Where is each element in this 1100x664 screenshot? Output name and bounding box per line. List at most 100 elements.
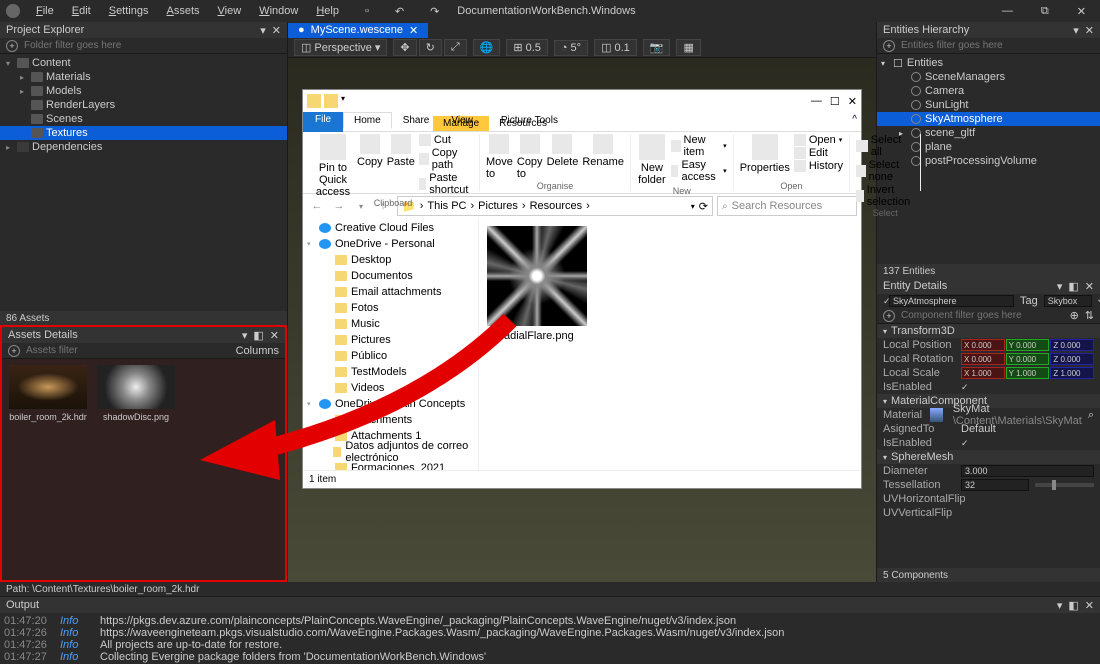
- tree-item[interactable]: ▸Materials: [0, 70, 287, 84]
- menu-help[interactable]: Help: [308, 3, 347, 19]
- menu-edit[interactable]: Edit: [64, 3, 99, 19]
- copypath-icon[interactable]: [419, 153, 429, 165]
- panel-pop-icon[interactable]: ◧: [1068, 280, 1078, 293]
- nav-tree-item[interactable]: TestModels: [303, 364, 478, 380]
- tool-scale-icon[interactable]: ⤢: [444, 39, 467, 56]
- camera-mode-dropdown[interactable]: ◫ Perspective ▾: [294, 39, 387, 56]
- paste-icon[interactable]: [391, 134, 411, 154]
- add-asset-icon[interactable]: +: [8, 345, 20, 357]
- rename-icon[interactable]: [593, 134, 613, 154]
- component-sort-icon[interactable]: ⇅: [1085, 309, 1094, 322]
- nav-tree-item[interactable]: Datos adjuntos de correo electrónico: [303, 444, 478, 460]
- history-icon[interactable]: [794, 160, 806, 172]
- explorer-search-input[interactable]: ⌕ Search Resources: [717, 196, 857, 216]
- nav-tree-item[interactable]: Attachments: [303, 412, 478, 428]
- selectnone-icon[interactable]: [856, 165, 865, 177]
- add-entity-icon[interactable]: +: [883, 40, 895, 52]
- ribbon-tab-home[interactable]: Home: [343, 112, 392, 129]
- entities-filter-input[interactable]: [901, 40, 1094, 51]
- component-extra-icon[interactable]: ⊕: [1070, 309, 1079, 322]
- folder-filter-input[interactable]: [24, 40, 281, 51]
- ribbon-tab-view[interactable]: View: [440, 112, 484, 129]
- asset-item[interactable]: boiler_room_2k.hdr: [8, 365, 88, 422]
- newfolder-icon[interactable]: [639, 134, 665, 160]
- hierarchy-item[interactable]: SceneManagers: [877, 70, 1100, 84]
- address-bar[interactable]: 📁› This PC› Pictures› Resources› ▾ ⟳: [397, 196, 713, 216]
- toolbar-icon-2[interactable]: ↶: [387, 3, 412, 20]
- nav-tree-item[interactable]: ▾OneDrive - Personal: [303, 236, 478, 252]
- scene-tab[interactable]: ●MyScene.wescene✕: [288, 23, 428, 38]
- tree-item[interactable]: ▸Models: [0, 84, 287, 98]
- camera-icon[interactable]: 📷: [643, 39, 671, 56]
- pin-icon[interactable]: [320, 134, 346, 160]
- nav-tree-item[interactable]: Creative Cloud Files: [303, 220, 478, 236]
- hierarchy-root[interactable]: ▾☐Entities: [877, 56, 1100, 70]
- panel-close-icon[interactable]: ✕: [272, 24, 281, 37]
- nav-tree-item[interactable]: ▾OneDrive - Plain Concepts: [303, 396, 478, 412]
- tree-item[interactable]: ▾Content: [0, 56, 287, 70]
- nav-tree-item[interactable]: Music: [303, 316, 478, 332]
- cut-icon[interactable]: [419, 134, 431, 146]
- asset-item[interactable]: shadowDisc.png: [96, 365, 176, 422]
- panel-close-icon[interactable]: ✕: [270, 329, 279, 342]
- hierarchy-item[interactable]: Camera: [877, 84, 1100, 98]
- tree-item[interactable]: Scenes: [0, 112, 287, 126]
- add-folder-icon[interactable]: +: [6, 40, 18, 52]
- tool-rotate-icon[interactable]: ↻: [419, 39, 442, 56]
- copyto-icon[interactable]: [520, 134, 540, 154]
- panel-close-icon[interactable]: ✕: [1085, 24, 1094, 37]
- isenabled-checkbox[interactable]: [961, 382, 971, 392]
- copy-icon[interactable]: [360, 134, 380, 154]
- panel-pop-icon[interactable]: ◧: [253, 329, 263, 342]
- snap-move-icon[interactable]: ⊞ 0.5: [506, 39, 548, 56]
- nav-fwd-icon[interactable]: →: [329, 196, 349, 216]
- tree-item[interactable]: ▸Dependencies: [0, 140, 287, 154]
- ribbon-file-menu[interactable]: File: [303, 112, 343, 132]
- nav-tree-item[interactable]: Pictures: [303, 332, 478, 348]
- isenabled-checkbox[interactable]: [961, 438, 971, 448]
- tessellation-input[interactable]: [961, 479, 1029, 491]
- grid-icon[interactable]: ▦: [676, 39, 700, 56]
- panel-dropdown-icon[interactable]: ▾: [1057, 599, 1063, 612]
- hierarchy-item[interactable]: SkyAtmosphere: [877, 112, 1100, 126]
- panel-close-icon[interactable]: ✕: [1085, 599, 1094, 612]
- entity-tag-input[interactable]: [1044, 295, 1092, 307]
- toolbar-icon-3[interactable]: ↷: [422, 3, 447, 20]
- delete-icon[interactable]: [552, 134, 572, 154]
- explorer-close[interactable]: ✕: [848, 95, 857, 108]
- component-filter-input[interactable]: [901, 310, 1064, 321]
- explorer-minimize[interactable]: —: [811, 95, 822, 108]
- open-icon[interactable]: [794, 134, 806, 146]
- selectall-icon[interactable]: [856, 140, 868, 152]
- tool-move-icon[interactable]: ✥: [393, 39, 416, 56]
- panel-pop-icon[interactable]: ◧: [1068, 599, 1078, 612]
- minimize-button[interactable]: —: [994, 3, 1021, 20]
- explorer-maximize[interactable]: ☐: [830, 95, 840, 108]
- menu-assets[interactable]: Assets: [158, 3, 207, 19]
- close-button[interactable]: ✕: [1069, 3, 1094, 20]
- nav-tree-item[interactable]: Desktop: [303, 252, 478, 268]
- maximize-button[interactable]: ⧉: [1033, 3, 1057, 20]
- newitem-icon[interactable]: [671, 140, 681, 152]
- moveto-icon[interactable]: [489, 134, 509, 154]
- menu-file[interactable]: File: [28, 3, 62, 19]
- edit-icon[interactable]: [794, 147, 806, 159]
- ribbon-collapse-icon[interactable]: ^: [852, 114, 857, 125]
- tree-item[interactable]: RenderLayers: [0, 98, 287, 112]
- nav-tree-item[interactable]: Fotos: [303, 300, 478, 316]
- toolbar-icon-1[interactable]: ▫: [357, 3, 377, 20]
- explorer-content[interactable]: radialFlare.png: [479, 218, 861, 470]
- columns-label[interactable]: Columns: [236, 345, 279, 357]
- assets-filter-input[interactable]: [26, 345, 230, 356]
- address-dropdown-icon[interactable]: ▾: [691, 202, 695, 211]
- address-refresh-icon[interactable]: ⟳: [699, 200, 708, 213]
- panel-close-icon[interactable]: ✕: [1085, 280, 1094, 293]
- nav-tree-item[interactable]: Público: [303, 348, 478, 364]
- add-component-icon[interactable]: +: [883, 310, 895, 322]
- menu-view[interactable]: View: [210, 3, 250, 19]
- invertsel-icon[interactable]: [856, 190, 864, 202]
- section-header[interactable]: ▾SphereMesh: [877, 450, 1100, 464]
- panel-dropdown-icon[interactable]: ▾: [242, 329, 248, 342]
- panel-dropdown-icon[interactable]: ▾: [1073, 24, 1079, 37]
- explorer-qat-dropdown[interactable]: ▾: [341, 94, 345, 108]
